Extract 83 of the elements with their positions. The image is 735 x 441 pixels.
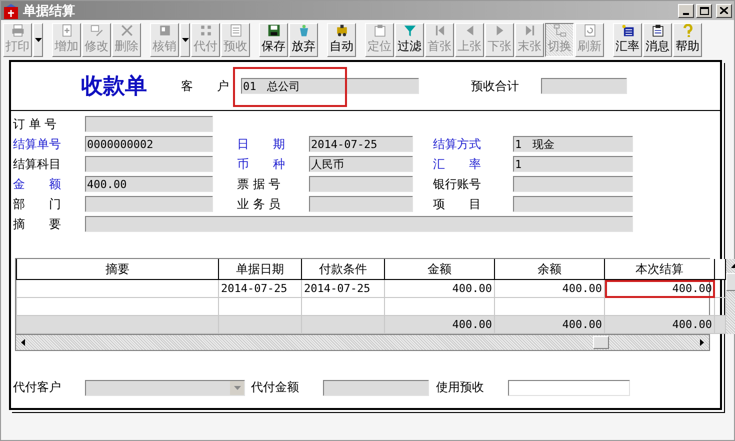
caret-icon — [182, 38, 188, 42]
field-label: 摘 要 — [13, 216, 62, 232]
total-cell: 400.00 — [604, 316, 714, 334]
clipboard-icon — [650, 24, 666, 36]
field-label: 代付客户 — [13, 379, 62, 396]
column-header[interactable]: 摘要 — [16, 259, 218, 280]
input-field[interactable] — [85, 216, 633, 232]
column-header[interactable]: 本次结算 — [604, 259, 714, 280]
dropdown-button[interactable] — [180, 22, 190, 56]
toolbar-button[interactable]: 保存 — [259, 22, 288, 56]
input-field[interactable] — [508, 380, 630, 396]
cross-icon — [118, 24, 134, 36]
column-header[interactable]: 金额 — [384, 259, 494, 280]
input-field[interactable] — [513, 196, 633, 212]
window-title: 单据结算 — [23, 2, 75, 20]
toolbar-button[interactable]: 帮助 — [673, 22, 702, 56]
pencil-icon — [88, 24, 104, 36]
close-icon — [720, 7, 728, 14]
left-arrow-icon — [21, 339, 25, 346]
table-cell: 400.00 — [604, 280, 714, 298]
input-field[interactable]: 0000000002 — [85, 136, 213, 152]
table-cell: 400.00 — [494, 280, 604, 298]
field-label: 结算科目 — [13, 156, 62, 172]
field-label: 项 目 — [433, 196, 482, 212]
field-label: 使用预收 — [436, 379, 485, 396]
field-label: 订 单 号 — [13, 116, 58, 132]
input-field[interactable]: 2014-07-25 — [309, 136, 413, 152]
toolbar-button[interactable]: 消息 — [643, 22, 672, 56]
caret-icon — [234, 386, 240, 390]
app-icon — [3, 2, 19, 18]
document-title: 收款单 — [81, 72, 148, 101]
minimize-button[interactable] — [678, 4, 694, 18]
column-header[interactable]: 余额 — [494, 259, 604, 280]
printer-icon — [10, 24, 26, 36]
input-field[interactable] — [309, 196, 413, 212]
toolbar-button[interactable]: 放弃 — [289, 22, 318, 56]
field-label: 结算单号 — [13, 136, 62, 152]
toolbar-button[interactable]: 自动 — [327, 22, 356, 56]
field-label: 票 据 号 — [237, 176, 282, 192]
total-cell: 400.00 — [384, 316, 494, 334]
input-field[interactable]: 01 总公司 — [241, 78, 419, 94]
input-field[interactable] — [85, 196, 213, 212]
field-label: 银行账号 — [433, 176, 482, 192]
field-label: 业 务 员 — [237, 196, 282, 212]
field-label: 结算方式 — [433, 136, 482, 152]
field-label: 汇 率 — [433, 156, 482, 172]
input-field[interactable]: 1 现金 — [513, 136, 633, 152]
toolbar-button[interactable]: 汇率 — [613, 22, 642, 56]
input-field[interactable]: 1 — [513, 156, 633, 172]
field-label: 金 额 — [13, 176, 62, 192]
tree-icon — [552, 24, 568, 36]
field-label: 部 门 — [13, 196, 62, 212]
refresh-icon — [582, 24, 598, 36]
field-label: 日 期 — [237, 136, 286, 152]
input-field[interactable] — [541, 78, 627, 94]
table-cell: 2014-07-25 — [218, 280, 302, 298]
table-icon — [620, 24, 636, 36]
caret-icon — [34, 38, 42, 42]
input-field[interactable]: 人民币 — [309, 156, 413, 172]
scroll-thumb[interactable] — [593, 336, 609, 349]
toolbar-button[interactable]: 过滤 — [395, 22, 424, 56]
input-field[interactable] — [513, 176, 633, 192]
input-field[interactable] — [85, 156, 213, 172]
column-header[interactable]: 单据日期 — [218, 259, 302, 280]
horizontal-scrollbar[interactable] — [16, 334, 709, 350]
clipboard-icon — [372, 24, 388, 36]
total-cell: 400.00 — [494, 316, 604, 334]
field-label: 代付金额 — [251, 379, 300, 396]
field-label: 预收合计 — [471, 78, 520, 94]
table-cell: 400.00 — [384, 280, 494, 298]
right-arrow-icon — [700, 339, 704, 346]
input-field[interactable] — [85, 116, 213, 132]
ledger-icon — [228, 24, 244, 36]
dropdown-button[interactable] — [33, 22, 43, 56]
input-field[interactable]: 400.00 — [85, 176, 213, 192]
field-label: 客 户 — [181, 78, 230, 94]
funnel-icon — [402, 24, 418, 36]
column-header[interactable]: 付款条件 — [302, 259, 384, 280]
close-button[interactable] — [716, 4, 732, 18]
input-field[interactable] — [309, 176, 413, 192]
table-cell: 2014-07-25 — [302, 280, 384, 298]
field-label: 币 种 — [237, 156, 286, 172]
maximize-button[interactable] — [696, 4, 712, 18]
